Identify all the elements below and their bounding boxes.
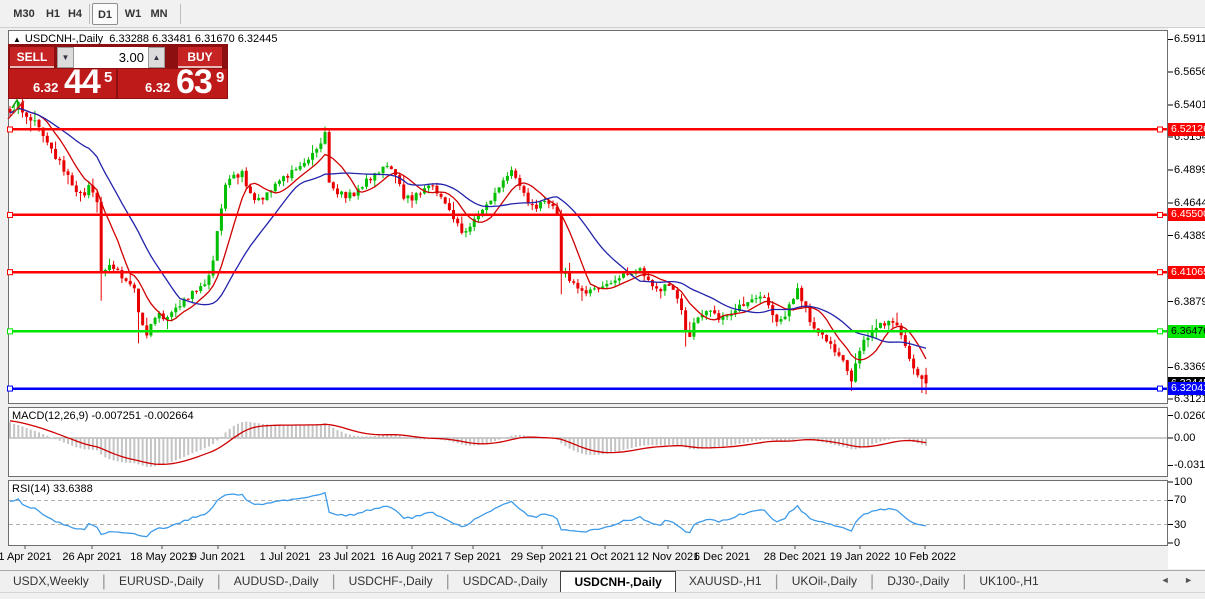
toolbar-separator xyxy=(89,4,90,24)
one-click-trade-widget: SELL ▼ 3.00 ▲ BUY 6.32 44 5 6.32 63 9 xyxy=(8,44,228,101)
mt4-window: 5M30H1H4D1W1MN ▲USDCNH-,Daily 6.33288 6.… xyxy=(0,0,1205,599)
timeframe-toolbar: 5 M30H1H4 D1W1MN xyxy=(0,0,1205,28)
date-axis-label: 29 Sep 2021 xyxy=(510,551,574,563)
hline-price-label: 6.32041 xyxy=(1168,382,1205,396)
date-axis-label: 9 Jun 2021 xyxy=(190,551,246,563)
collapse-triangle-icon[interactable]: ▲ xyxy=(13,35,21,44)
tab-usdx-weekly[interactable]: USDX,Weekly xyxy=(0,571,102,592)
sell-price-big-digits: 44 xyxy=(64,63,101,101)
timeframe-button-h1[interactable]: H1 xyxy=(42,3,64,25)
date-axis-label: 12 Nov 2021 xyxy=(636,551,700,563)
date-axis-label: 16 Aug 2021 xyxy=(381,551,443,563)
buy-price-big-digits: 63 xyxy=(176,63,213,101)
tab-dj30-daily[interactable]: DJ30-,Daily xyxy=(874,571,962,592)
price-axis-tick: 6.43890 xyxy=(1174,229,1205,242)
rsi-indicator-label: RSI(14) 33.6388 xyxy=(12,483,93,495)
tab-usdchf-daily[interactable]: USDCHF-,Daily xyxy=(336,571,446,592)
date-axis-label: 7 Sep 2021 xyxy=(444,551,502,563)
date-axis-label: 21 Oct 2021 xyxy=(575,551,635,563)
buy-quote-display[interactable]: 6.32 63 9 xyxy=(118,63,227,101)
date-axis-label: 26 Apr 2021 xyxy=(62,551,122,563)
date-axis-label: 10 Feb 2022 xyxy=(894,551,956,563)
tab-ukoil-daily[interactable]: UKOil-,Daily xyxy=(779,571,870,592)
tab-scroll-arrows[interactable]: ◄ ► xyxy=(1161,575,1199,585)
price-axis-tick: 6.54015 xyxy=(1174,99,1205,112)
date-axis-label: 28 Dec 2021 xyxy=(763,551,827,563)
macd-indicator-label: MACD(12,26,9) -0.007251 -0.002664 xyxy=(12,410,194,422)
price-axis-tick: 6.38790 xyxy=(1174,295,1205,308)
sell-price-superscript: 5 xyxy=(104,69,113,86)
hline-price-label: 6.45500 xyxy=(1168,208,1205,222)
hline-price-label: 6.52126 xyxy=(1168,122,1205,136)
tab-eurusd-daily[interactable]: EURUSD-,Daily xyxy=(106,571,217,592)
date-axis-label: 19 Jan 2022 xyxy=(829,551,891,563)
rsi-axis-tick: 0 xyxy=(1174,537,1181,549)
timeframe-button-5[interactable]: 5 xyxy=(0,3,4,25)
rsi-axis-tick: 30 xyxy=(1174,518,1187,531)
volume-increase-button[interactable]: ▲ xyxy=(148,47,165,68)
date-axis-label: 18 May 2021 xyxy=(130,551,194,563)
sell-quote-display[interactable]: 6.32 44 5 xyxy=(9,63,116,101)
price-axis-tick: 6.56565 xyxy=(1174,66,1205,79)
price-axis-tick: 6.33690 xyxy=(1174,361,1205,374)
sell-button[interactable]: SELL xyxy=(10,47,54,68)
macd-axis-tick: -0.03187 xyxy=(1174,459,1205,472)
tab-uk100-h1[interactable]: UK100-,H1 xyxy=(966,571,1051,592)
timeframe-button-mn[interactable]: MN xyxy=(146,3,172,25)
tab-usdcad-daily[interactable]: USDCAD-,Daily xyxy=(450,571,561,592)
date-axis-label: 1 Apr 2021 xyxy=(0,551,52,563)
date-axis-label: 1 Jul 2021 xyxy=(259,551,311,563)
timeframe-button-h4[interactable]: H4 xyxy=(64,3,86,25)
date-axis-label: 23 Jul 2021 xyxy=(318,551,376,563)
sell-price-prefix: 6.32 xyxy=(33,80,59,95)
price-axis-tick: 6.46440 xyxy=(1174,196,1205,209)
tab-usdcnh-daily[interactable]: USDCNH-,Daily xyxy=(560,571,676,592)
date-axis-label: 6 Dec 2021 xyxy=(693,551,751,563)
bottom-status-strip xyxy=(0,592,1205,599)
buy-price-prefix: 6.32 xyxy=(145,80,171,95)
rsi-axis-tick: 70 xyxy=(1174,494,1187,507)
timeframe-button-w1[interactable]: W1 xyxy=(120,3,146,25)
timeframe-button-d1[interactable]: D1 xyxy=(92,3,118,25)
tab-audusd-daily[interactable]: AUDUSD-,Daily xyxy=(221,571,332,592)
price-axis-tick: 6.48990 xyxy=(1174,163,1205,176)
toolbar-separator xyxy=(180,4,181,24)
rsi-panel[interactable] xyxy=(8,480,1168,546)
macd-axis-tick: 0.02607 xyxy=(1174,409,1205,422)
macd-axis-tick: 0.00 xyxy=(1174,432,1196,445)
buy-price-superscript: 9 xyxy=(216,69,225,86)
rsi-axis-tick: 100 xyxy=(1174,476,1193,488)
hline-price-label: 6.41065 xyxy=(1168,265,1205,279)
tab-xauusd-h1[interactable]: XAUUSD-,H1 xyxy=(676,571,775,592)
timeframe-button-m30[interactable]: M30 xyxy=(10,3,38,25)
symbol-tabs-bar: USDX,Weekly | EURUSD-,Daily | AUDUSD-,Daily |… xyxy=(0,570,1205,592)
price-axis-tick: 6.59115 xyxy=(1174,33,1205,46)
hline-price-label: 6.36476 xyxy=(1168,324,1205,338)
